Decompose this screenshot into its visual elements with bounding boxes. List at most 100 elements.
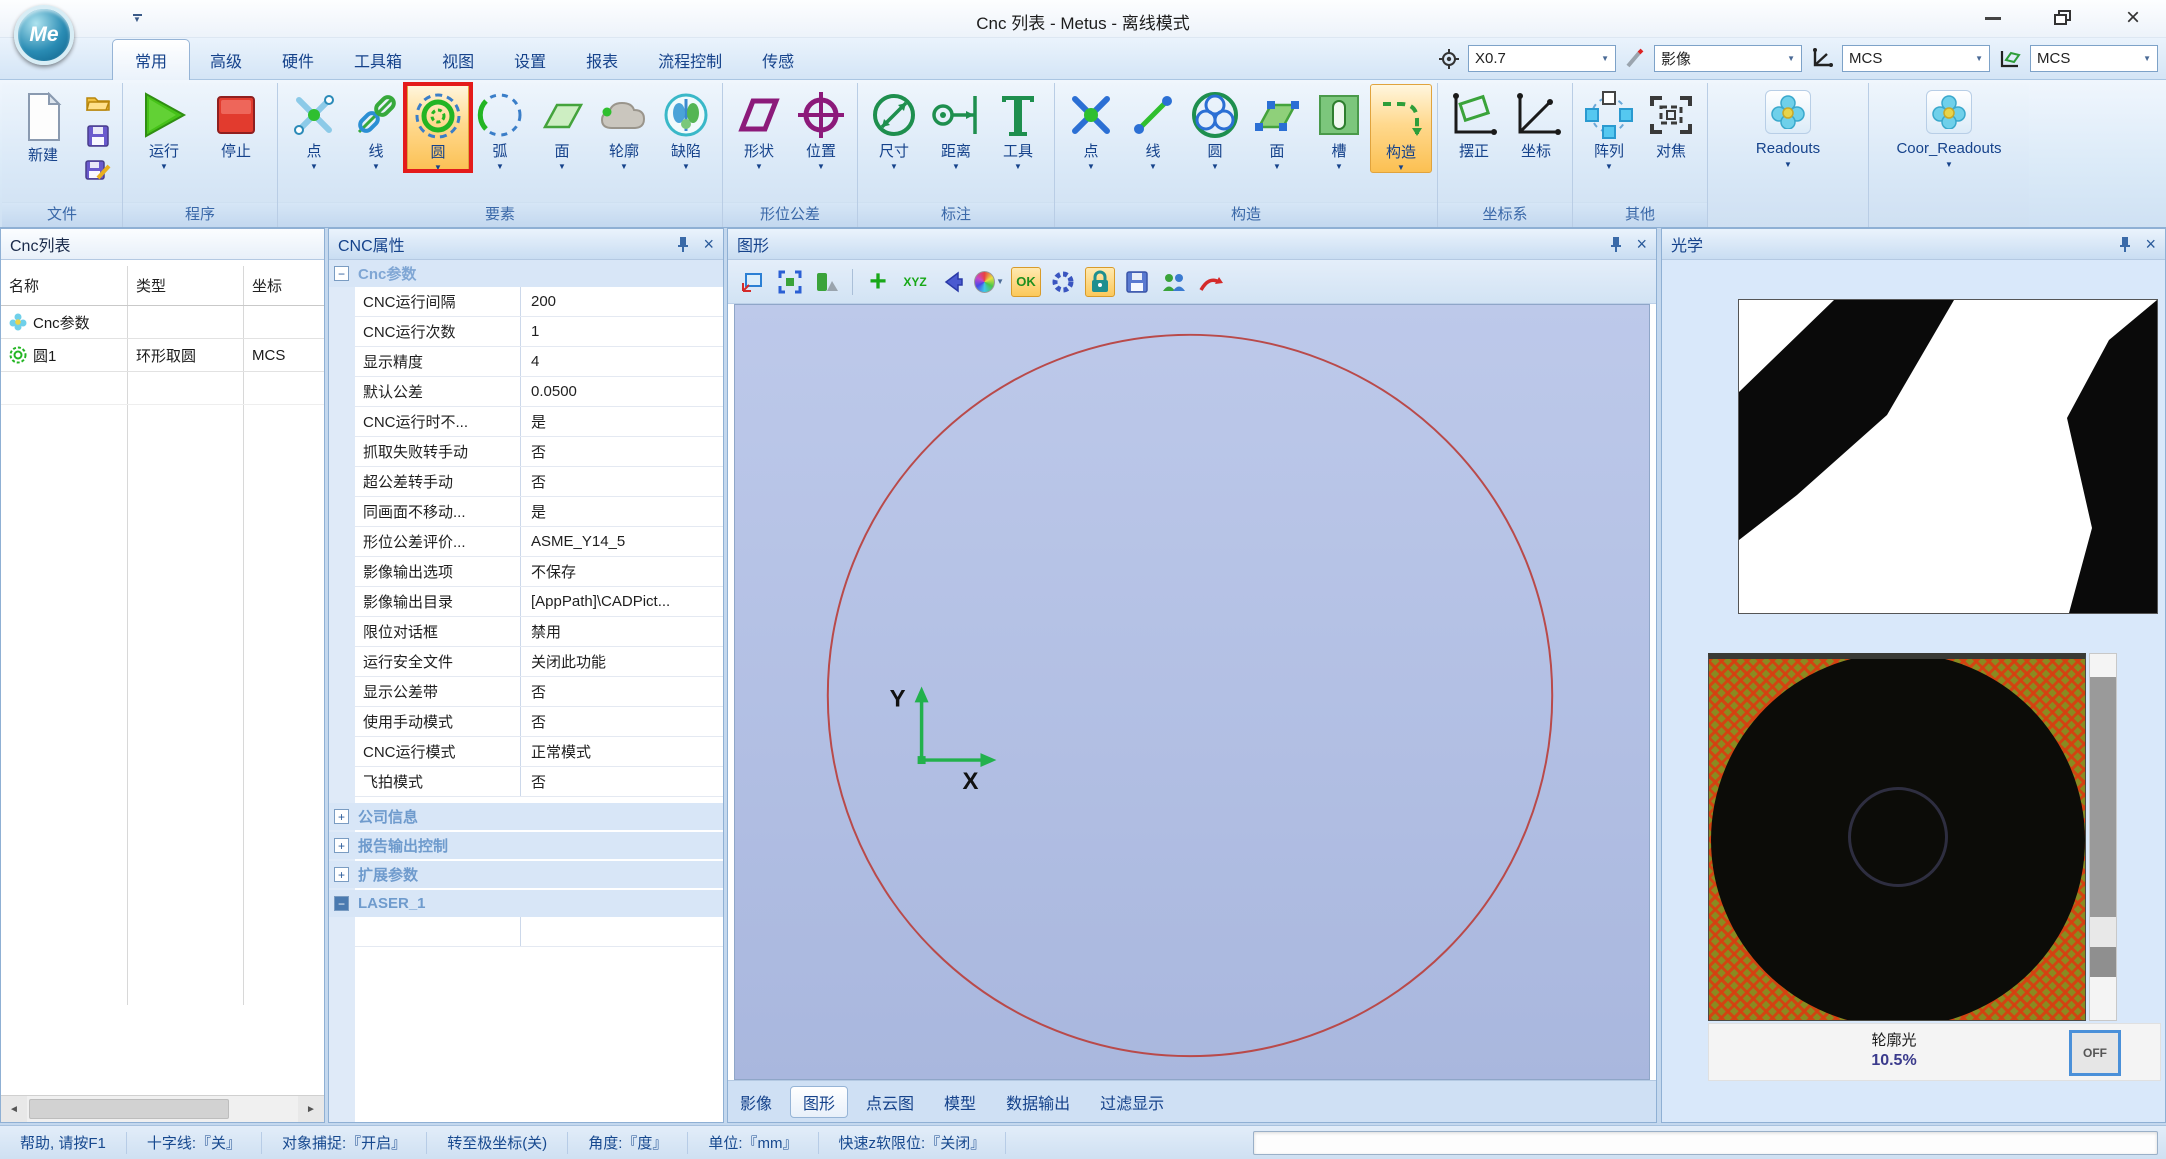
property-row[interactable]: 默认公差0.0500: [355, 377, 723, 407]
construct-slot-button[interactable]: 槽 ▼: [1308, 84, 1370, 171]
tab-image[interactable]: 影像: [740, 1090, 772, 1114]
expand-icon[interactable]: +: [334, 809, 349, 824]
flip-view-button[interactable]: [937, 267, 967, 297]
element-arc-button[interactable]: 弧 ▼: [469, 84, 531, 171]
prop-value[interactable]: 关闭此功能: [521, 651, 723, 672]
optics-vscrollbar[interactable]: [2089, 653, 2117, 1021]
prop-value[interactable]: 否: [521, 471, 723, 492]
pin-icon[interactable]: [677, 236, 689, 252]
property-row[interactable]: 显示精度4: [355, 347, 723, 377]
prop-value[interactable]: ASME_Y14_5: [521, 533, 723, 550]
tab-shezhi[interactable]: 设置: [494, 41, 566, 80]
construct-point-button[interactable]: 点 ▼: [1060, 84, 1122, 171]
prop-value[interactable]: 4: [521, 353, 723, 370]
tab-yingjian[interactable]: 硬件: [262, 41, 334, 80]
property-row[interactable]: 抓取失败转手动否: [355, 437, 723, 467]
scrollbar-thumb[interactable]: [29, 1099, 229, 1119]
save-view-button[interactable]: [1122, 267, 1152, 297]
workpiece-coordinate-select[interactable]: MCS ▼: [2030, 45, 2158, 72]
status-z-limit-toggle[interactable]: 快速z软限位:『关闭』: [819, 1132, 1007, 1154]
circle1-row[interactable]: 圆1 环形取圆 MCS: [1, 339, 324, 372]
tab-graphic[interactable]: 图形: [790, 1086, 848, 1118]
redo-button[interactable]: [1196, 267, 1226, 297]
property-row[interactable]: CNC运行时不...是: [355, 407, 723, 437]
element-point-button[interactable]: 点 ▼: [283, 84, 345, 171]
app-menu-button[interactable]: Me: [14, 5, 74, 65]
prop-value[interactable]: 否: [521, 711, 723, 732]
light-off-button[interactable]: OFF: [2069, 1030, 2121, 1076]
property-row[interactable]: 限位对话框禁用: [355, 617, 723, 647]
collapse-icon[interactable]: −: [334, 266, 349, 281]
group-row-extended-params[interactable]: + 扩展参数: [329, 861, 723, 888]
probe-mode-select[interactable]: 影像 ▼: [1654, 45, 1802, 72]
column-header-coord[interactable]: 坐标: [244, 266, 324, 305]
tab-shitu[interactable]: 视图: [422, 41, 494, 80]
scroll-left-button[interactable]: ◄: [1, 1096, 27, 1122]
expand-icon[interactable]: −: [334, 896, 349, 911]
xyz-readout-button[interactable]: XYZ: [900, 267, 930, 297]
property-row[interactable]: 影像输出目录[AppPath]\CADPict...: [355, 587, 723, 617]
save-button[interactable]: [83, 122, 113, 150]
property-row[interactable]: CNC运行次数1: [355, 317, 723, 347]
property-row[interactable]: 超公差转手动否: [355, 467, 723, 497]
annotation-tool-button[interactable]: 工具 ▼: [987, 84, 1049, 171]
prop-value[interactable]: 否: [521, 771, 723, 792]
property-row[interactable]: 影像输出选项不保存: [355, 557, 723, 587]
lock-button[interactable]: [1085, 267, 1115, 297]
annotation-distance-button[interactable]: 距离 ▼: [925, 84, 987, 171]
coordinate-button[interactable]: 坐标: [1505, 84, 1567, 160]
close-icon[interactable]: ×: [1636, 236, 1647, 252]
zoom-window-button[interactable]: [738, 267, 768, 297]
tab-changyong[interactable]: 常用: [112, 39, 190, 81]
add-point-button[interactable]: +: [863, 267, 893, 297]
cnc-list-hscrollbar[interactable]: ◄ ►: [1, 1095, 324, 1122]
zoom-fit-button[interactable]: [775, 267, 805, 297]
coordinate-system-select[interactable]: MCS ▼: [1842, 45, 1990, 72]
new-button[interactable]: 新建: [7, 84, 79, 164]
align-button[interactable]: 摆正: [1443, 84, 1505, 160]
column-header-name[interactable]: 名称: [1, 266, 128, 305]
prop-value[interactable]: 0.0500: [521, 383, 723, 400]
close-button[interactable]: ×: [2118, 6, 2148, 30]
scrollbar-track[interactable]: [27, 1096, 298, 1122]
zoom-level-select[interactable]: X0.7 ▼: [1468, 45, 1616, 72]
tab-filterdisplay[interactable]: 过滤显示: [1100, 1090, 1164, 1114]
column-header-type[interactable]: 类型: [128, 266, 244, 305]
tab-dataoutput[interactable]: 数据输出: [1006, 1090, 1070, 1114]
coor-readouts-button[interactable]: Coor_Readouts ▼: [1874, 84, 2024, 169]
annotation-dimension-button[interactable]: 尺寸 ▼: [863, 84, 925, 171]
status-polar-toggle[interactable]: 转至极坐标(关): [427, 1132, 568, 1154]
color-wheel-button[interactable]: ▼: [974, 267, 1004, 297]
array-button[interactable]: 阵列 ▼: [1578, 84, 1640, 171]
save-as-button[interactable]: [83, 156, 113, 184]
status-angle-unit[interactable]: 角度:『度』: [568, 1132, 688, 1154]
property-row[interactable]: 使用手动模式否: [355, 707, 723, 737]
property-row[interactable]: 运行安全文件关闭此功能: [355, 647, 723, 677]
element-defect-button[interactable]: 缺陷 ▼: [655, 84, 717, 171]
status-crosshair-toggle[interactable]: 十字线:『关』: [127, 1132, 262, 1154]
prop-value[interactable]: 是: [521, 501, 723, 522]
prop-value[interactable]: 200: [521, 293, 723, 310]
prop-value[interactable]: 禁用: [521, 621, 723, 642]
tab-liuchengkongzhi[interactable]: 流程控制: [638, 41, 742, 80]
element-plane-button[interactable]: 面 ▼: [531, 84, 593, 171]
open-button[interactable]: [83, 88, 113, 116]
tab-chuangan[interactable]: 传感: [742, 41, 814, 80]
tolerance-shape-button[interactable]: 形状 ▼: [728, 84, 790, 171]
tab-gaoji[interactable]: 高级: [190, 41, 262, 80]
group-row-laser1[interactable]: − LASER_1: [329, 890, 723, 917]
ok-confirm-button[interactable]: OK: [1011, 267, 1041, 297]
run-button[interactable]: 运行 ▼: [128, 84, 200, 171]
prop-value[interactable]: 否: [521, 441, 723, 462]
tab-model[interactable]: 模型: [944, 1090, 976, 1114]
readouts-button[interactable]: Readouts ▼: [1713, 84, 1863, 169]
element-circle-button[interactable]: 圆 ▼: [407, 84, 469, 173]
tolerance-position-button[interactable]: 位置 ▼: [790, 84, 852, 171]
prop-value[interactable]: 是: [521, 411, 723, 432]
group-row-report-output[interactable]: + 报告输出控制: [329, 832, 723, 859]
focus-button[interactable]: 对焦: [1640, 84, 1702, 160]
scroll-right-button[interactable]: ►: [298, 1096, 324, 1122]
tab-pointcloud[interactable]: 点云图: [866, 1090, 914, 1114]
prop-value[interactable]: 1: [521, 323, 723, 340]
tab-gongjuxiang[interactable]: 工具箱: [334, 41, 422, 80]
